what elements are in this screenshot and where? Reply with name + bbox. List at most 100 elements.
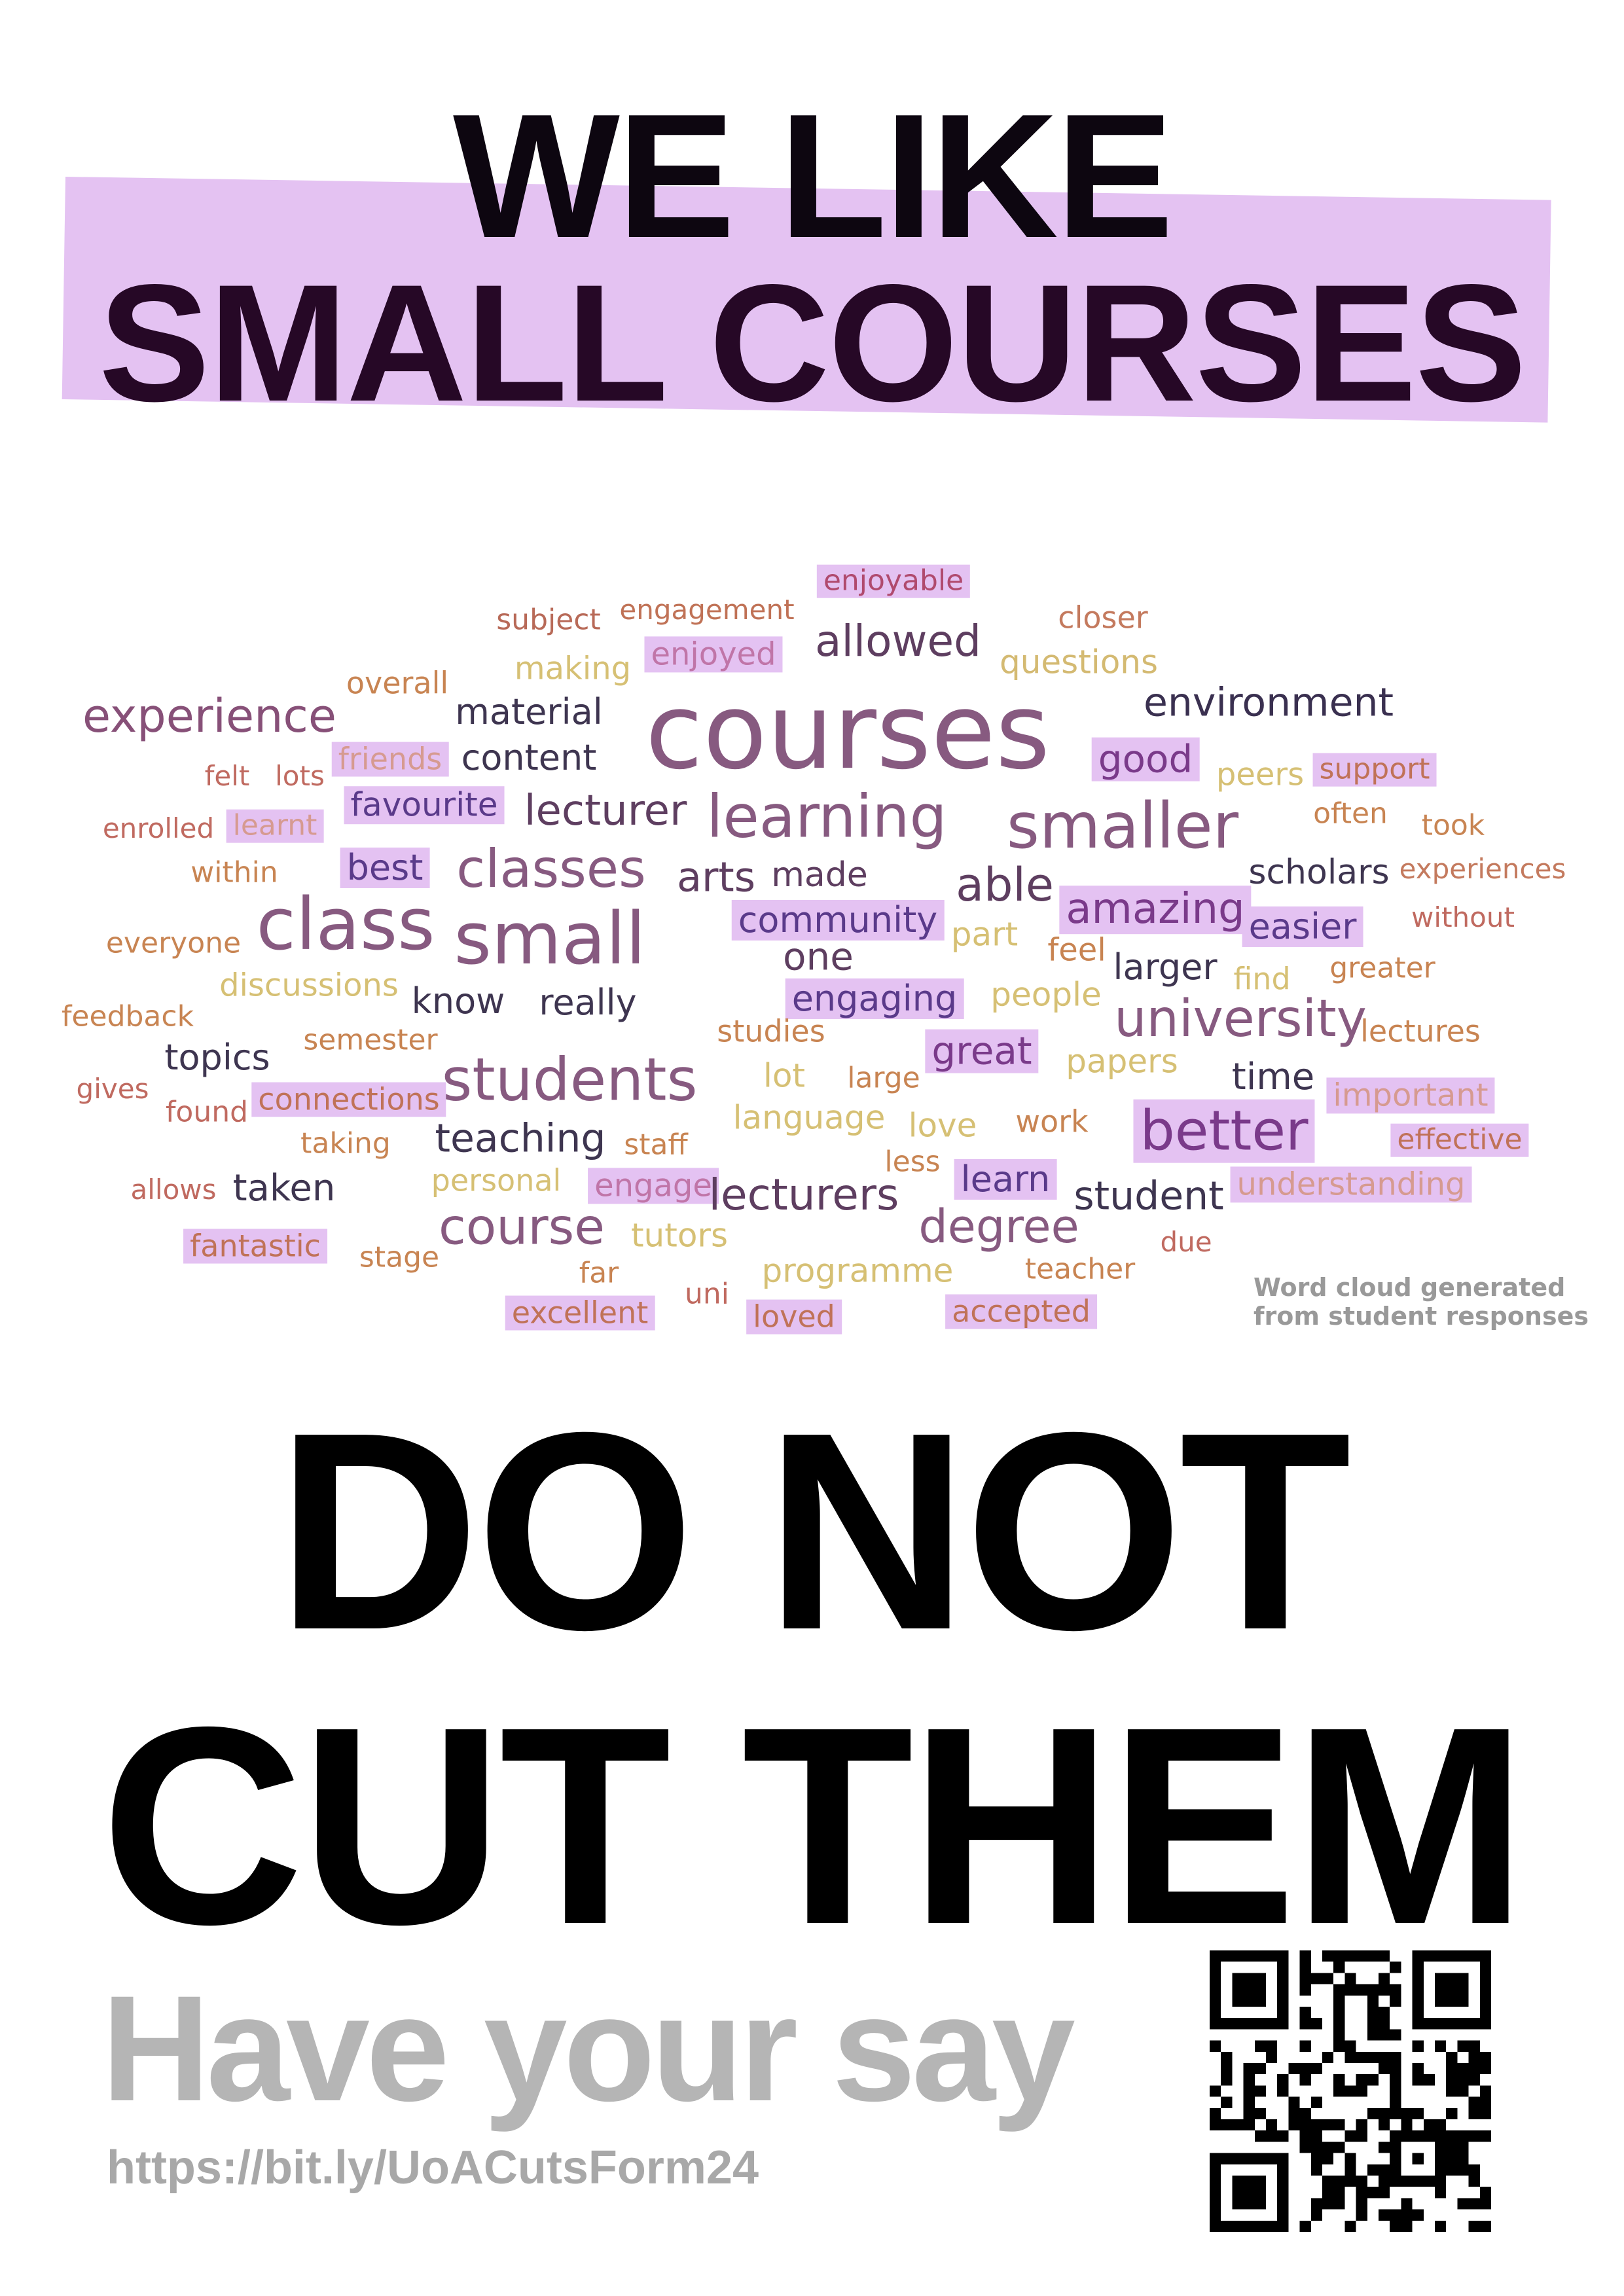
word-cloud-word: scholars xyxy=(1248,853,1390,893)
word-cloud-word: courses xyxy=(645,670,1051,793)
qr-code-icon[interactable] xyxy=(1210,1950,1491,2232)
word-cloud-word: found xyxy=(165,1095,249,1129)
word-cloud-word: greater xyxy=(1329,951,1435,985)
word-cloud-word: content xyxy=(461,736,597,778)
word-cloud-word: overall xyxy=(346,665,449,701)
word-cloud-word: favourite xyxy=(344,786,505,824)
word-cloud-word: fantastic xyxy=(183,1229,327,1264)
word-cloud-word: felt xyxy=(204,759,250,792)
word-cloud-word: personal xyxy=(431,1162,562,1198)
word-cloud-word: peers xyxy=(1216,756,1305,793)
word-cloud-word: lot xyxy=(763,1056,806,1095)
word-cloud-word: part xyxy=(950,915,1019,954)
word-cloud-word: everyone xyxy=(105,926,242,960)
word-cloud-word: language xyxy=(732,1098,886,1137)
word-cloud-word: student xyxy=(1074,1173,1224,1219)
have-your-say-heading: Have your say xyxy=(101,1964,1075,2132)
word-cloud-credit: Word cloud generated from student respon… xyxy=(1254,1273,1589,1331)
word-cloud-word: often xyxy=(1313,797,1388,831)
credit-line-2: from student responses xyxy=(1254,1302,1589,1331)
word-cloud-word: feedback xyxy=(61,999,194,1033)
word-cloud-word: lecturers xyxy=(708,1170,899,1221)
word-cloud-word: papers xyxy=(1066,1042,1178,1081)
word-cloud-word: engagement xyxy=(619,593,795,626)
word-cloud-word: time xyxy=(1231,1055,1315,1098)
word-cloud-word: semester xyxy=(303,1023,438,1057)
word-cloud-word: uni xyxy=(685,1277,729,1311)
word-cloud-word: small xyxy=(454,896,646,980)
word-cloud-word: experiences xyxy=(1399,852,1566,885)
word-cloud-word: gives xyxy=(76,1072,149,1105)
word-cloud-word: lectures xyxy=(1360,1013,1481,1049)
word-cloud-word: took xyxy=(1421,808,1485,842)
headline-do-not: DO NOT xyxy=(276,1374,1351,1689)
word-cloud-word: university xyxy=(1114,990,1367,1049)
word-cloud-word: really xyxy=(539,981,637,1023)
word-cloud-word: lecturer xyxy=(524,787,687,836)
word-cloud-word: smaller xyxy=(1006,789,1239,863)
word-cloud-word: larger xyxy=(1113,946,1218,988)
word-cloud-word: lots xyxy=(275,759,325,792)
word-cloud-word: better xyxy=(1133,1100,1315,1163)
word-cloud-word: arts xyxy=(676,853,756,901)
word-cloud-word: taking xyxy=(300,1126,391,1160)
word-cloud-word: degree xyxy=(918,1199,1079,1253)
headline-we-like: WE LIKE xyxy=(453,78,1174,275)
word-cloud-word: class xyxy=(256,882,435,966)
word-cloud-word: experience xyxy=(82,689,336,743)
word-cloud-word: without xyxy=(1411,901,1515,933)
word-cloud-word: friends xyxy=(331,742,449,777)
word-cloud-word: understanding xyxy=(1230,1166,1472,1203)
headline-small-courses: SMALL COURSES xyxy=(98,250,1526,437)
word-cloud-word: taken xyxy=(232,1166,336,1210)
word-cloud-word: learning xyxy=(706,782,947,852)
word-cloud-word: excellent xyxy=(505,1295,655,1331)
word-cloud-word: allows xyxy=(130,1173,217,1206)
word-cloud-word: learn xyxy=(954,1158,1057,1200)
word-cloud-word: one xyxy=(783,934,854,979)
word-cloud-word: support xyxy=(1312,753,1437,787)
word-cloud-word: programme xyxy=(761,1251,954,1290)
word-cloud-word: important xyxy=(1326,1077,1495,1114)
word-cloud-word: due xyxy=(1160,1225,1212,1258)
word-cloud-word: stage xyxy=(359,1240,440,1274)
word-cloud-word: enjoyable xyxy=(816,564,971,598)
word-cloud-word: feel xyxy=(1047,931,1106,969)
word-cloud-word: subject xyxy=(496,603,601,637)
word-cloud-word: environment xyxy=(1143,679,1394,726)
word-cloud-word: engage xyxy=(588,1168,719,1204)
word-cloud-word: classes xyxy=(456,838,646,899)
word-cloud-word: tutors xyxy=(630,1216,729,1255)
word-cloud-word: amazing xyxy=(1059,886,1252,934)
word-cloud-word: able xyxy=(956,857,1054,912)
word-cloud-word: people xyxy=(990,975,1102,1014)
word-cloud-word: love xyxy=(908,1106,977,1145)
word-cloud-word: work xyxy=(1015,1103,1089,1139)
word-cloud-word: good xyxy=(1091,737,1200,781)
word-cloud-word: making xyxy=(514,650,632,687)
word-cloud-word: teaching xyxy=(435,1115,606,1162)
headline-cut-them: CUT THEM xyxy=(100,1669,1527,1983)
word-cloud-word: discussions xyxy=(219,967,399,1004)
word-cloud-word: allowed xyxy=(815,616,981,667)
word-cloud-word: enjoyed xyxy=(644,636,783,673)
credit-line-1: Word cloud generated xyxy=(1254,1273,1566,1302)
word-cloud-word: material xyxy=(455,691,603,732)
word-cloud-word: studies xyxy=(717,1013,825,1049)
word-cloud-word: staff xyxy=(624,1128,688,1162)
word-cloud-word: connections xyxy=(251,1082,446,1117)
word-cloud-word: topics xyxy=(164,1036,270,1078)
word-cloud-word: know xyxy=(411,980,505,1022)
word-cloud-word: enrolled xyxy=(102,812,215,844)
word-cloud-word: far xyxy=(579,1256,619,1290)
word-cloud-word: large xyxy=(847,1061,920,1095)
word-cloud-word: closer xyxy=(1058,600,1148,636)
word-cloud-word: learnt xyxy=(226,809,324,843)
word-cloud-word: students xyxy=(441,1045,698,1115)
word-cloud-word: teacher xyxy=(1024,1252,1136,1286)
word-cloud-word: course xyxy=(438,1197,605,1256)
word-cloud-word: accepted xyxy=(945,1294,1097,1329)
word-cloud-word: loved xyxy=(746,1299,842,1335)
form-url-link[interactable]: https://bit.ly/UoACutsForm24 xyxy=(107,2140,759,2195)
word-cloud-word: made xyxy=(771,855,868,895)
